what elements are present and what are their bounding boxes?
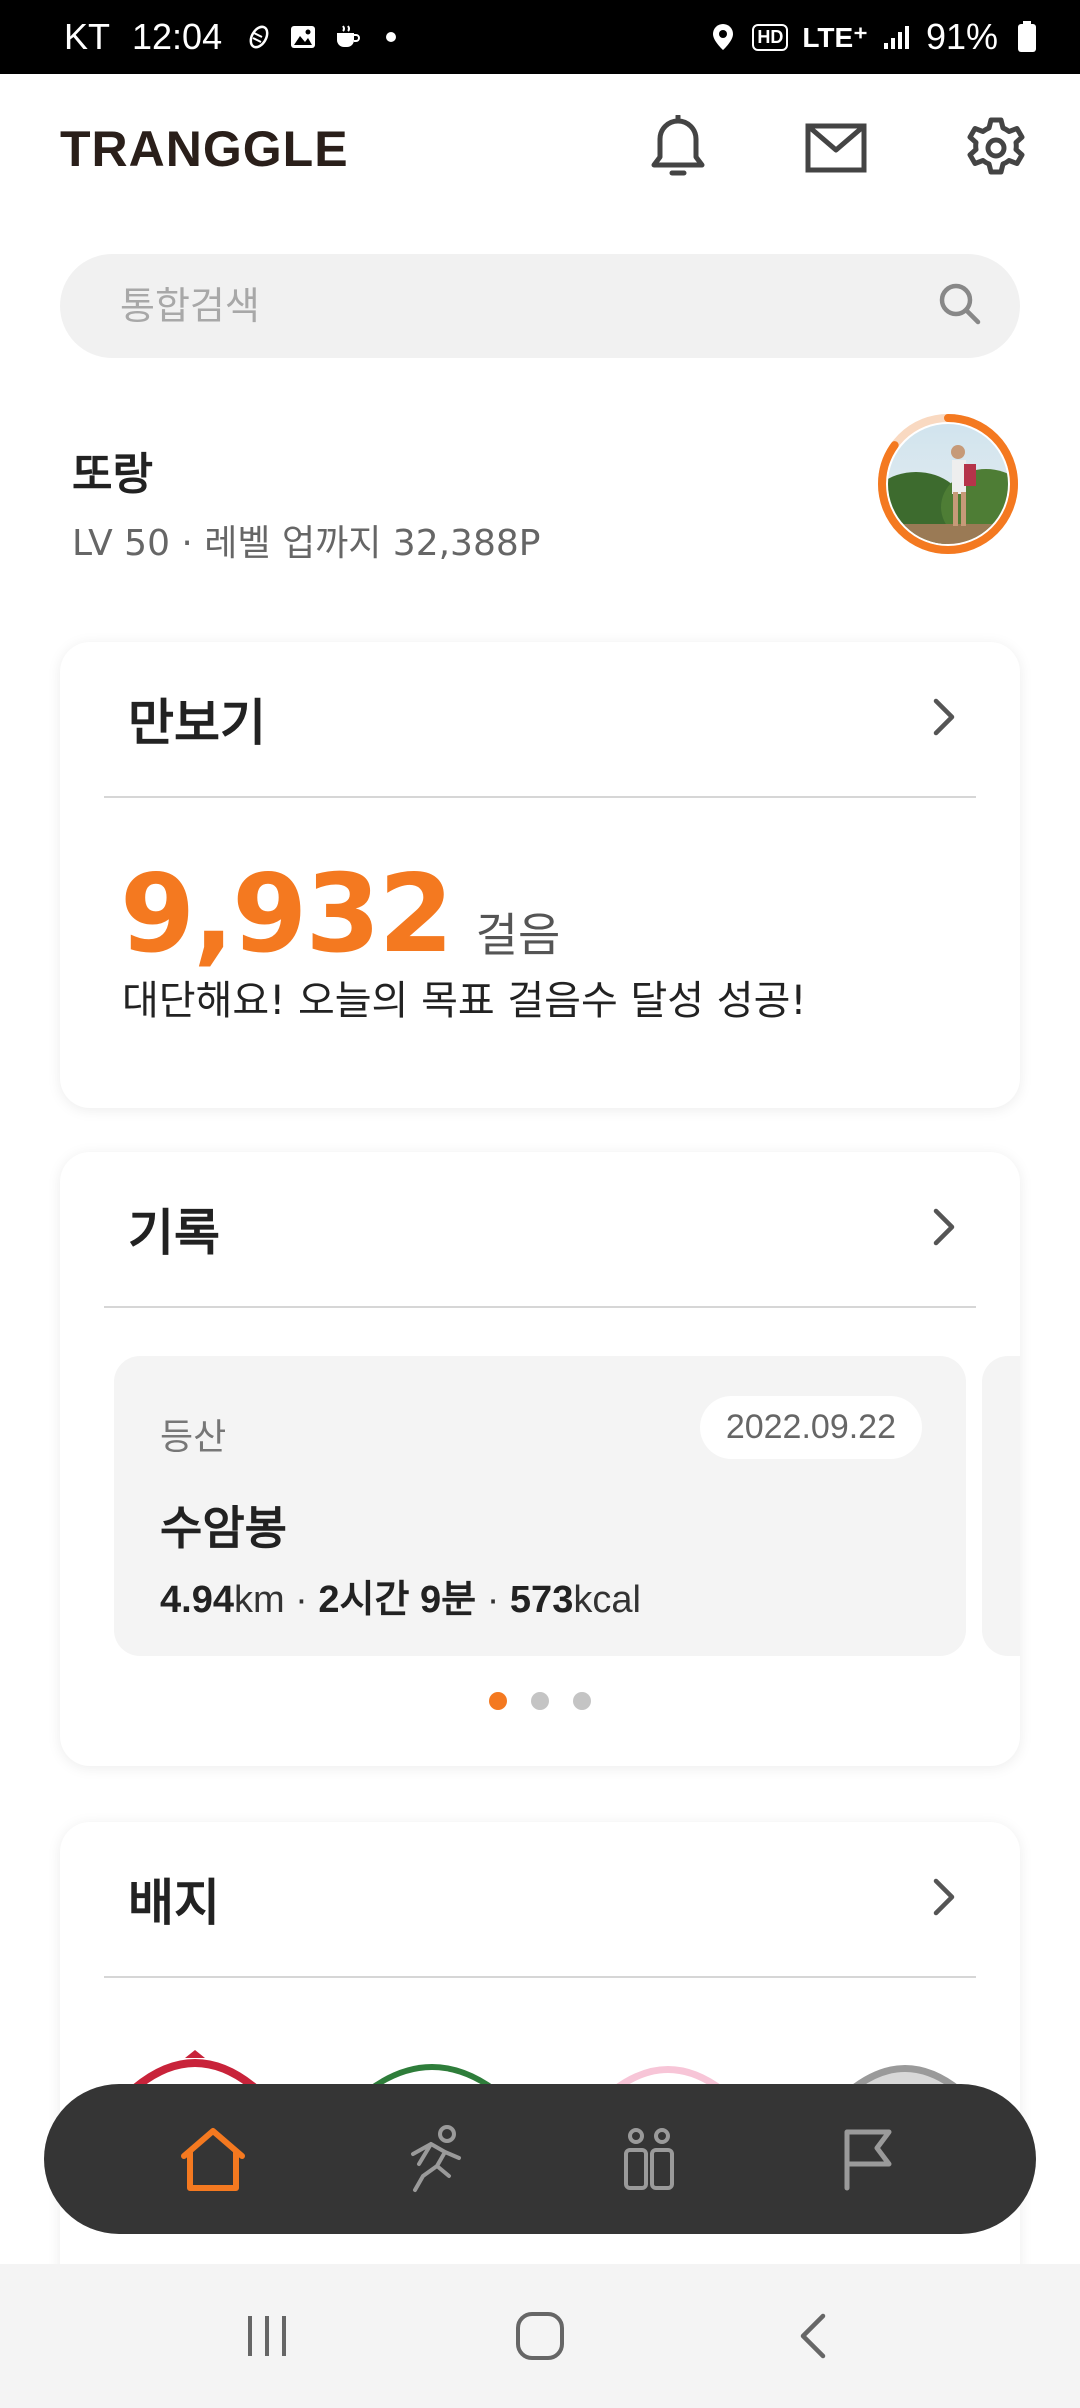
records-card[interactable]: 기록 등산 2022.09.22 수암봉 4.94km · 2시간 9분 · 5… (60, 1152, 1020, 1766)
badge-pink-icon[interactable] (593, 2048, 743, 2088)
record-hours-unit: 시간 (339, 1579, 410, 1621)
steps-unit: 걸음 (475, 908, 561, 962)
search-bar[interactable] (60, 254, 1020, 358)
steps-row: 9,932 걸음 (120, 852, 560, 977)
record-stats: 4.94km · 2시간 9분 · 573kcal (160, 1568, 641, 1623)
badge-silver-icon[interactable] (830, 2048, 980, 2088)
pedometer-title: 만보기 (128, 694, 266, 752)
search-icon[interactable] (936, 280, 984, 332)
clock: 12:04 (132, 16, 223, 57)
record-calories: 573 (509, 1579, 574, 1621)
record-distance-unit: km (233, 1579, 285, 1621)
home-icon[interactable] (168, 2114, 258, 2204)
location-icon (708, 22, 738, 52)
badges-card-header[interactable]: 배지 (104, 1822, 976, 1978)
app-logo[interactable]: TRANGGLE (60, 120, 349, 178)
avatar[interactable] (876, 412, 1020, 556)
record-separator: · (284, 1579, 319, 1621)
run-icon[interactable] (386, 2114, 476, 2204)
record-calories-unit: kcal (573, 1579, 641, 1621)
records-card-header[interactable]: 기록 (104, 1152, 976, 1308)
shoe-print-icon (244, 22, 274, 52)
carrier-label: KT (64, 16, 111, 57)
search-input[interactable] (120, 284, 936, 328)
chevron-right-icon[interactable] (932, 697, 956, 741)
bell-icon[interactable] (640, 110, 716, 186)
badge-tranggle-icon[interactable] (357, 2048, 507, 2088)
signal-icon (882, 22, 912, 52)
record-category: 등산 (160, 1417, 227, 1458)
carousel-pagination (60, 1692, 1020, 1710)
record-separator: · (476, 1579, 510, 1621)
page-dot[interactable] (531, 1692, 549, 1710)
record-item-next[interactable] (982, 1356, 1020, 1656)
page-dot[interactable] (489, 1692, 507, 1710)
battery-percent: 91% (925, 16, 998, 57)
pedometer-card-header[interactable]: 만보기 (104, 642, 976, 798)
system-nav-bar (0, 2264, 1080, 2408)
chevron-right-icon[interactable] (932, 1877, 956, 1921)
record-minutes: 9 (420, 1579, 442, 1621)
network-label: LTE⁺ (802, 21, 868, 53)
record-hours: 2 (318, 1579, 340, 1621)
gear-icon[interactable] (958, 110, 1034, 186)
back-icon[interactable] (773, 2296, 853, 2376)
badge-climbing-icon[interactable] (120, 2048, 270, 2092)
record-item[interactable]: 등산 2022.09.22 수암봉 4.94km · 2시간 9분 · 573k… (114, 1356, 966, 1656)
profile-name: 또랑 (72, 449, 153, 500)
badges-row (120, 2048, 980, 2092)
page-dot[interactable] (573, 1692, 591, 1710)
steps-message: 대단해요! 오늘의 목표 걸음수 달성 성공! (122, 978, 807, 1024)
record-name: 수암봉 (160, 1501, 287, 1555)
bottom-tab-bar (44, 2084, 1036, 2234)
record-date: 2022.09.22 (699, 1396, 922, 1459)
badges-title: 배지 (128, 1874, 220, 1932)
chevron-right-icon[interactable] (932, 1207, 956, 1251)
record-minutes-unit: 분 (441, 1579, 477, 1621)
profile-level: LV 50 · 레벨 업까지 32,388P (72, 523, 541, 564)
steps-count: 9,932 (120, 852, 454, 977)
image-icon (288, 22, 318, 52)
main-content: 또랑 LV 50 · 레벨 업까지 32,388P (0, 224, 1080, 2342)
record-distance: 4.94 (160, 1579, 234, 1621)
people-icon[interactable] (604, 2114, 694, 2204)
hd-icon: HD (752, 23, 789, 51)
status-bar: KT 12:04 HD LTE⁺ 91% (0, 0, 1080, 74)
battery-icon (1012, 21, 1042, 52)
records-title: 기록 (128, 1204, 220, 1262)
dot-icon (376, 22, 406, 52)
recent-apps-icon[interactable] (227, 2296, 307, 2376)
pedometer-card[interactable]: 만보기 9,932 걸음 대단해요! 오늘의 목표 걸음수 달성 성공! (60, 642, 1020, 1108)
flag-icon[interactable] (822, 2114, 912, 2204)
app-header: TRANGGLE (0, 74, 1080, 224)
home-button-icon[interactable] (500, 2296, 580, 2376)
cup-icon (332, 22, 362, 52)
mail-icon[interactable] (798, 110, 874, 186)
